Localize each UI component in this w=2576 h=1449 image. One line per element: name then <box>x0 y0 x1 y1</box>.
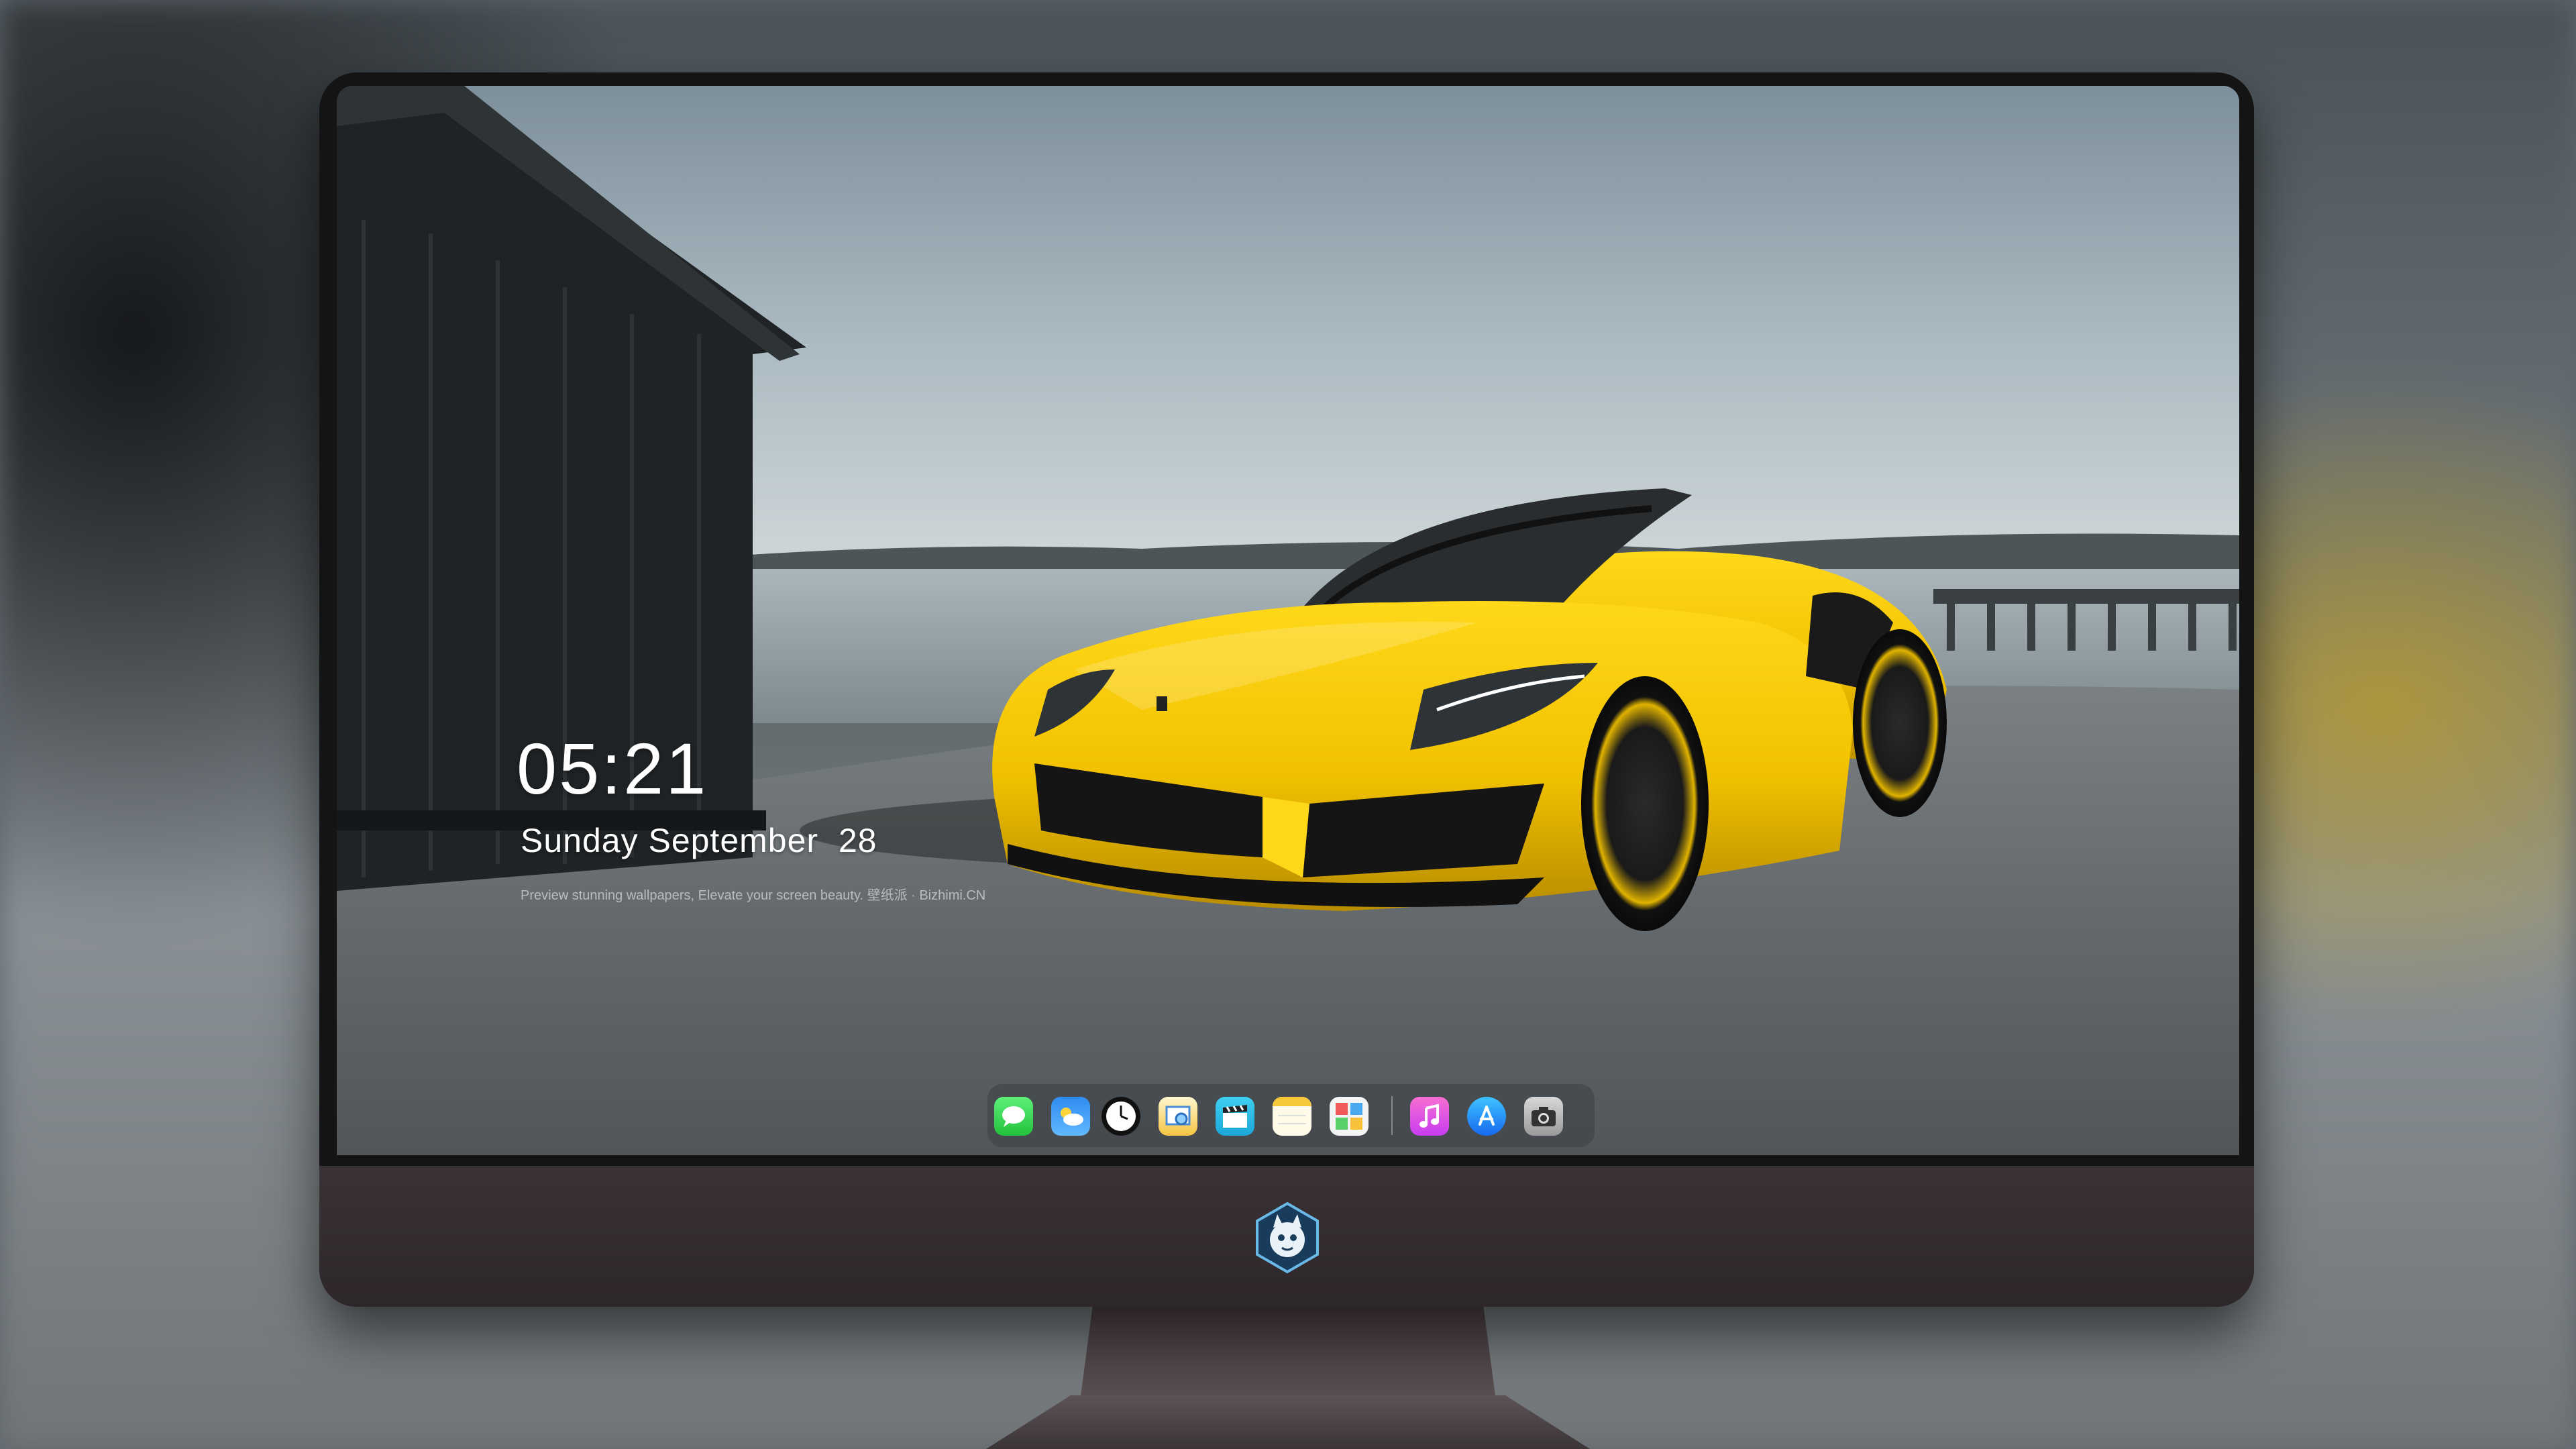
clock-icon[interactable] <box>1102 1097 1140 1136</box>
clips-icon[interactable] <box>1216 1097 1254 1136</box>
notes-icon[interactable] <box>1273 1097 1311 1136</box>
dock-divider <box>1391 1096 1393 1135</box>
music-icon[interactable] <box>1410 1097 1449 1136</box>
dock <box>987 1084 1595 1147</box>
monitor-stand-base <box>986 1395 1590 1449</box>
monitor-stand <box>1080 1307 1496 1401</box>
weather-icon[interactable] <box>1051 1097 1090 1136</box>
desktop-screen: 05:21 Sunday September 28 Preview stunni… <box>337 86 2239 1155</box>
lockscreen-clock: 05:21 <box>517 728 708 809</box>
app-store-icon[interactable] <box>1467 1097 1506 1136</box>
mascot-logo-icon <box>1256 1201 1319 1274</box>
wallpaper-caption: Preview stunning wallpapers, Elevate you… <box>521 888 986 903</box>
wallpaper <box>337 86 2239 1155</box>
lockscreen-date: Sunday September 28 <box>521 822 877 859</box>
preview-icon[interactable] <box>1159 1097 1197 1136</box>
camera-icon[interactable] <box>1524 1097 1563 1136</box>
messages-icon[interactable] <box>994 1097 1033 1136</box>
photo-gallery-icon[interactable] <box>1330 1097 1368 1136</box>
